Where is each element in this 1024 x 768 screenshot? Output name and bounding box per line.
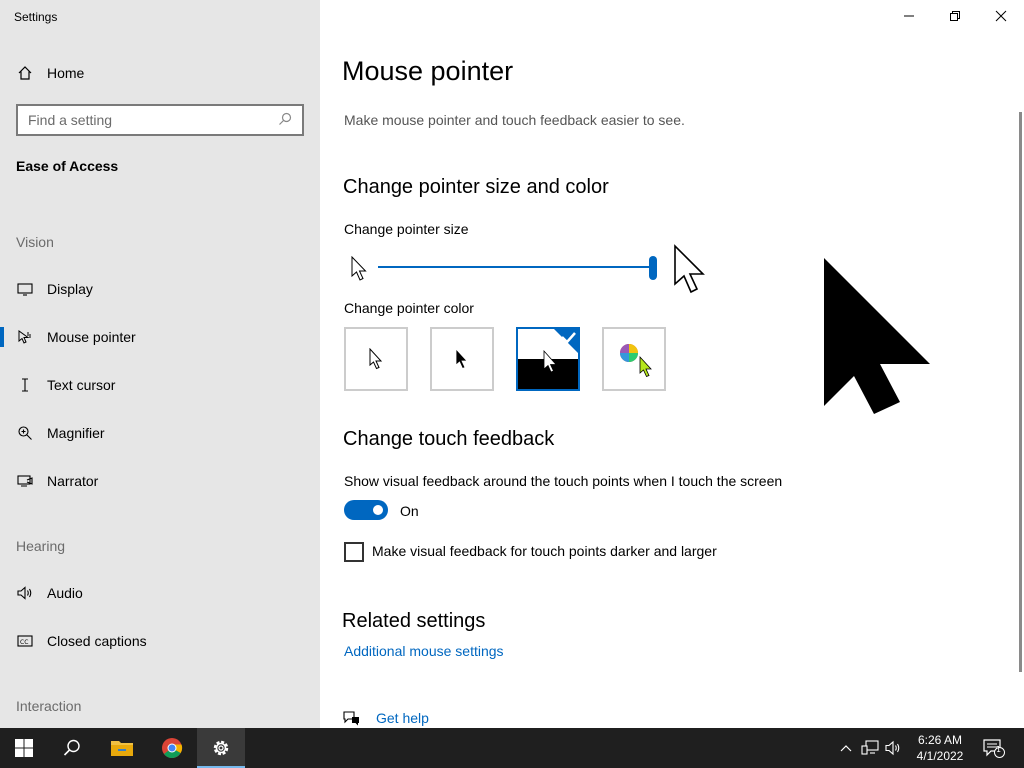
sidebar-item-closed-captions[interactable]: CC Closed captions (0, 621, 320, 661)
sidebar-item-label: Closed captions (47, 633, 147, 649)
speaker-icon (16, 584, 34, 602)
action-center-button[interactable]: 1 (982, 738, 1006, 758)
white-pointer-icon (369, 348, 383, 370)
darker-feedback-checkbox[interactable] (344, 542, 364, 562)
small-pointer-icon (350, 255, 370, 287)
restore-icon (950, 11, 960, 21)
large-pointer-icon (672, 244, 710, 301)
sidebar-item-magnifier[interactable]: Magnifier (0, 413, 320, 453)
show-hidden-icons-button[interactable] (836, 738, 856, 758)
page-title: Mouse pointer (342, 56, 514, 86)
pointer-color-label: Change pointer color (344, 300, 474, 316)
toggle-state-label: On (400, 503, 419, 519)
sidebar-item-label: Text cursor (47, 377, 116, 393)
chrome-icon (162, 738, 183, 759)
pointer-preview (820, 256, 934, 421)
text-cursor-icon (16, 376, 34, 394)
closed-captions-icon: CC (16, 632, 34, 650)
sidebar-item-label: Narrator (47, 473, 99, 489)
home-icon (16, 64, 34, 82)
notification-count-badge: 1 (996, 745, 1002, 754)
sidebar-item-label: Mouse pointer (47, 329, 136, 345)
minimize-button[interactable] (886, 0, 932, 32)
sidebar-item-label: Audio (47, 585, 83, 601)
pointer-color-inverted[interactable] (516, 327, 580, 391)
network-button[interactable] (860, 738, 880, 758)
touch-feedback-toggle[interactable] (344, 500, 388, 520)
chevron-up-icon (840, 745, 852, 752)
close-icon (995, 10, 1007, 22)
touch-feedback-label: Show visual feedback around the touch po… (344, 473, 783, 489)
pointer-color-black[interactable] (430, 327, 494, 391)
volume-button[interactable] (884, 738, 904, 758)
pointer-section-title: Change pointer size and color (343, 176, 609, 198)
narrator-icon (16, 472, 34, 490)
darker-feedback-label: Make visual feedback for touch points da… (372, 543, 717, 559)
pointer-color-custom[interactable] (602, 327, 666, 391)
speaker-icon (885, 740, 900, 756)
clock-time: 6:26 AM (917, 733, 963, 747)
gear-icon (213, 740, 229, 756)
search-input[interactable] (28, 112, 278, 128)
scrollbar[interactable] (1019, 112, 1022, 672)
home-link[interactable]: Home (16, 62, 84, 84)
sidebar-item-label: Magnifier (47, 425, 105, 441)
chrome-button[interactable] (148, 728, 196, 768)
sidebar-item-display[interactable]: Display (0, 269, 320, 309)
pointer-size-slider-track[interactable] (378, 266, 654, 268)
inverted-pointer-icon (518, 329, 578, 389)
home-label: Home (47, 65, 85, 81)
folder-icon (111, 741, 133, 756)
taskbar-search-button[interactable] (48, 728, 96, 768)
search-icon[interactable] (278, 112, 294, 128)
mouse-pointer-icon (16, 328, 34, 346)
monitor-icon (16, 280, 34, 298)
search-icon (63, 739, 80, 756)
windows-logo-icon (15, 739, 33, 757)
custom-color-pointer-icon (620, 344, 652, 378)
magnifier-icon (16, 424, 34, 442)
sidebar-item-narrator[interactable]: Narrator (0, 461, 320, 501)
group-label-hearing: Hearing (16, 538, 66, 554)
app-title: Settings (14, 10, 58, 24)
taskbar-clock[interactable]: 6:26 AM 4/1/2022 (910, 732, 970, 764)
get-help-link[interactable]: Get help (376, 710, 429, 726)
close-button[interactable] (978, 0, 1024, 32)
sidebar: Settings Home Ease of Access Vision Disp… (0, 0, 320, 728)
related-settings-title: Related settings (342, 610, 486, 632)
section-title: Ease of Access (16, 158, 119, 174)
clock-date: 4/1/2022 (916, 749, 964, 763)
pointer-color-white[interactable] (344, 327, 408, 391)
touch-section-title: Change touch feedback (343, 428, 555, 450)
start-button[interactable] (0, 728, 48, 768)
sidebar-item-audio[interactable]: Audio (0, 573, 320, 613)
sidebar-item-text-cursor[interactable]: Text cursor (0, 365, 320, 405)
restore-button[interactable] (932, 0, 978, 32)
settings-app-button[interactable] (197, 728, 245, 768)
toggle-knob (373, 505, 383, 515)
notification-icon (983, 739, 1005, 758)
minimize-icon (904, 15, 914, 17)
sidebar-item-mouse-pointer[interactable]: Mouse pointer (0, 317, 320, 357)
network-icon (861, 740, 879, 755)
pointer-size-label: Change pointer size (344, 221, 469, 237)
sidebar-item-label: Display (47, 281, 93, 297)
taskbar: 6:26 AM 4/1/2022 1 (0, 728, 1024, 768)
search-box[interactable] (16, 104, 304, 136)
pointer-size-slider-thumb[interactable] (649, 256, 657, 280)
svg-text:CC: CC (20, 639, 28, 646)
page-description: Make mouse pointer and touch feedback ea… (344, 112, 685, 128)
group-label-interaction: Interaction (16, 698, 82, 714)
additional-mouse-settings-link[interactable]: Additional mouse settings (344, 643, 504, 659)
file-explorer-button[interactable] (98, 728, 146, 768)
black-pointer-icon (455, 348, 468, 370)
group-label-vision: Vision (16, 234, 54, 250)
